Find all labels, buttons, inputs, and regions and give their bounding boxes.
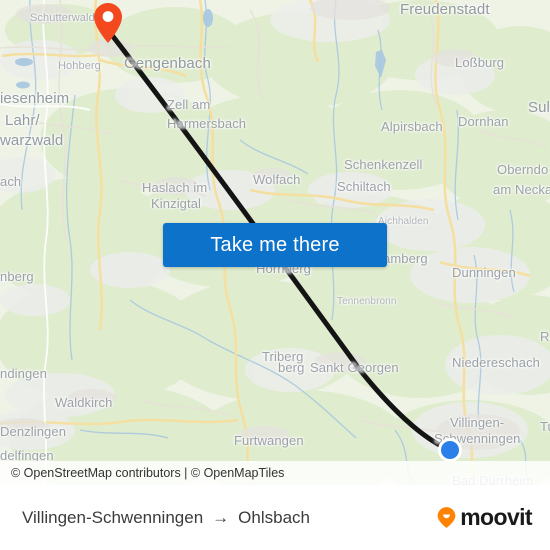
map-attribution-bar: © OpenStreetMap contributors | © OpenMap… bbox=[0, 461, 550, 485]
route-destination-label: Ohlsbach bbox=[238, 507, 310, 527]
arrow-right-icon: → bbox=[212, 508, 230, 527]
map-viewport[interactable]: Schutterwald Freudenstadt Hohberg Gengenbac… bbox=[0, 0, 550, 485]
moovit-pin-smile-icon bbox=[437, 507, 456, 528]
take-me-there-button[interactable]: Take me there bbox=[163, 223, 387, 267]
map-page: Schutterwald Freudenstadt Hohberg Gengenbac… bbox=[0, 0, 550, 550]
bottom-bar: Villingen-Schwenningen → Ohlsbach moovit bbox=[0, 485, 550, 550]
route-summary: Villingen-Schwenningen → Ohlsbach bbox=[22, 508, 435, 528]
location-dot-icon bbox=[438, 438, 462, 462]
attribution-text[interactable]: © OpenStreetMap contributors | © OpenMap… bbox=[11, 466, 284, 480]
moovit-wordmark: moovit bbox=[460, 504, 532, 530]
moovit-logo[interactable]: moovit bbox=[435, 504, 533, 531]
route-origin-label: Villingen-Schwenningen bbox=[22, 507, 204, 527]
